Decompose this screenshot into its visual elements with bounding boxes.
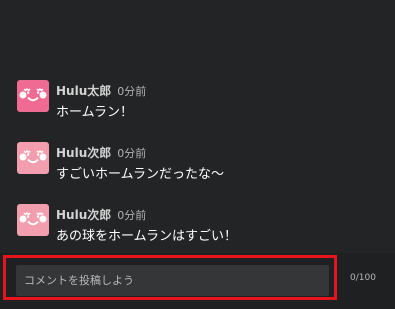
comment-timestamp: 0分前 <box>117 147 147 160</box>
comment-input[interactable] <box>16 265 329 296</box>
comment-text: すごいホームランだったな〜 <box>56 167 224 182</box>
comment-text: ホームラン！ <box>56 105 133 120</box>
smiley-face-icon <box>17 80 49 112</box>
comment-input-area: 0/100 <box>0 253 395 309</box>
character-counter: 0/100 <box>350 273 376 283</box>
comment-timestamp: 0分前 <box>117 85 147 98</box>
smiley-face-icon <box>17 204 49 236</box>
comment-item: Hulu次郎 0分前 すごいホームランだったな〜 <box>0 136 395 198</box>
comment-item: Hulu次郎 0分前 あの球をホームランはすごい！ <box>0 198 395 260</box>
comment-item: Hulu太郎 0分前 ホームラン！ <box>0 74 395 136</box>
user-avatar <box>17 204 49 236</box>
comment-text: あの球をホームランはすごい！ <box>56 229 237 244</box>
comment-author: Hulu次郎 <box>56 208 112 222</box>
comment-author: Hulu太郎 <box>56 84 112 98</box>
smiley-face-icon <box>17 142 49 174</box>
comment-timestamp: 0分前 <box>117 209 147 222</box>
user-avatar <box>17 142 49 174</box>
user-avatar <box>17 80 49 112</box>
comment-list: Hulu太郎 0分前 ホームラン！ Hulu次郎 0分前 すごいホームランだったな〜 <box>0 74 395 260</box>
comment-author: Hulu次郎 <box>56 146 112 160</box>
